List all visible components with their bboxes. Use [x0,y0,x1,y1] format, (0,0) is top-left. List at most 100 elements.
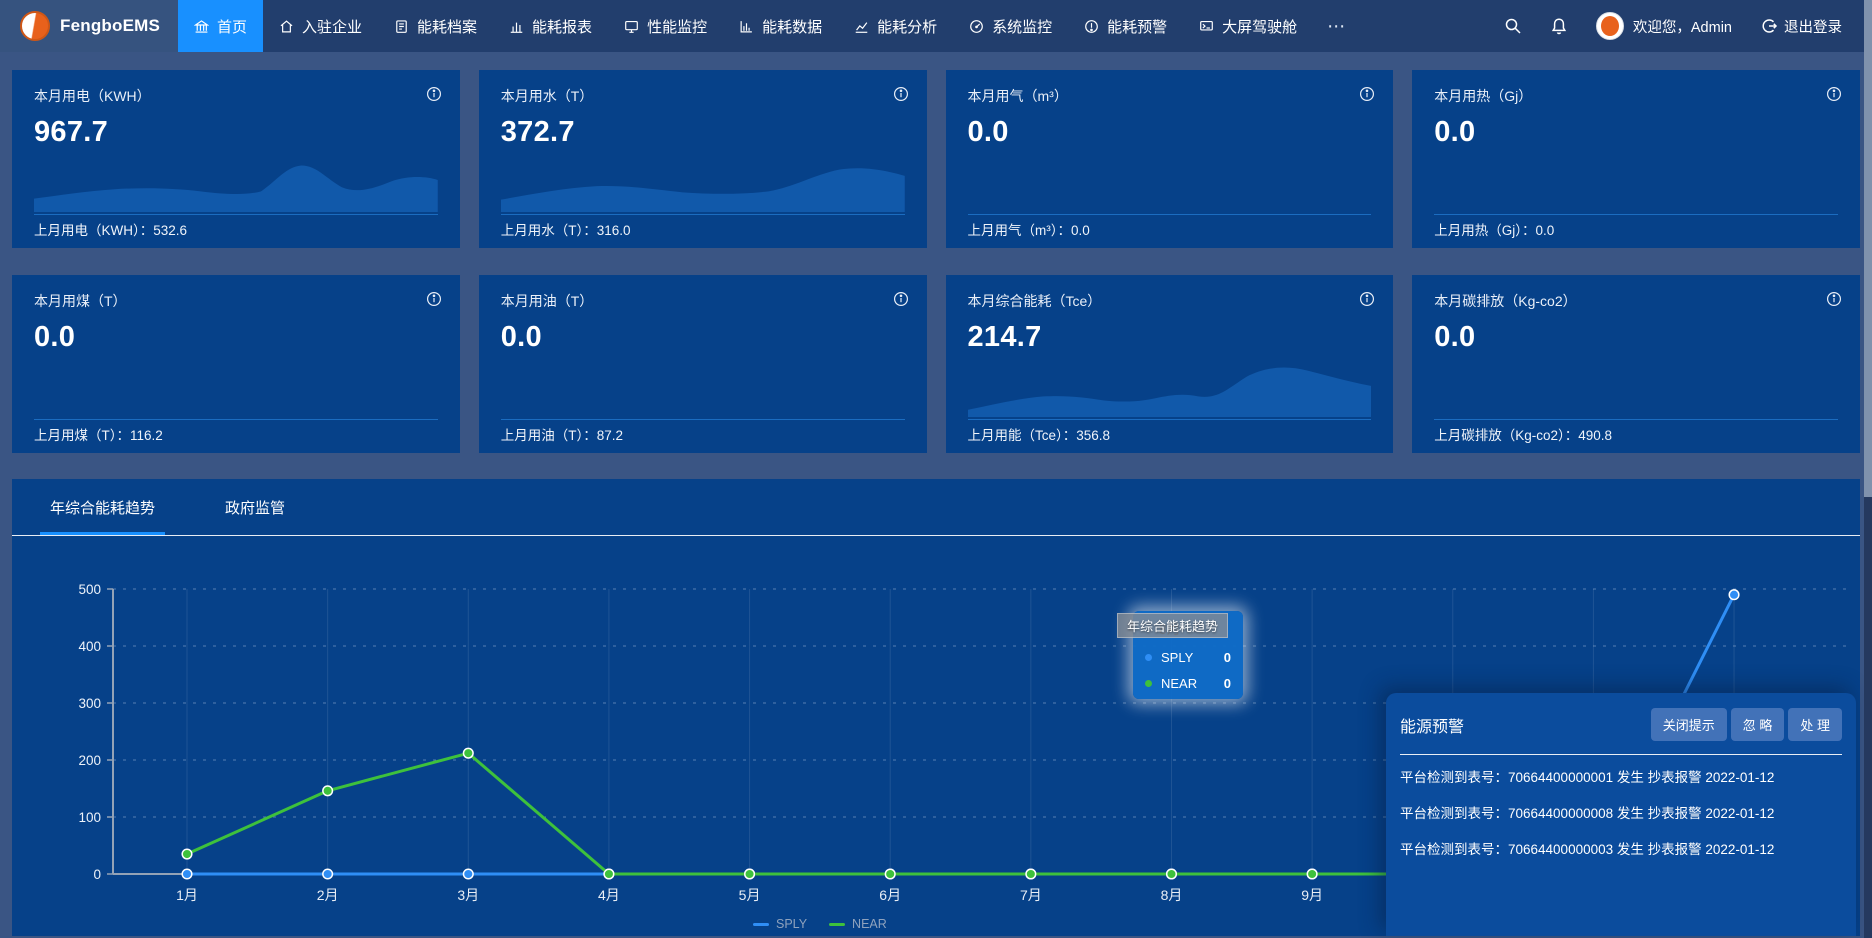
handle-button[interactable]: 处 理 [1788,708,1842,741]
tooltip-series-value: 0 [1224,676,1231,691]
nav-item-label: 首页 [217,16,247,37]
alert-message: 平台检测到表号：70664400000008 发生 抄表报警 2022-01-1… [1400,796,1842,832]
svg-text:6月: 6月 [879,887,901,903]
trend-panel: 年综合能耗趋势政府监管 01002003004005001月2月3月4月5月6月… [12,479,1860,936]
stat-card-title: 本月用热（Gj） [1434,86,1838,106]
main-content: 本月用电（KWH）967.7上月用电（KWH）：532.6本月用水（T）372.… [0,52,1872,936]
card-divider [501,419,905,420]
stat-card-title: 本月用电（KWH） [34,86,438,106]
home-icon [194,19,209,34]
nav-item-label: 能耗报表 [532,16,592,37]
stat-card-6: 本月用油（T） 0.0 上月用油（T）：87.2 [479,275,927,453]
stat-card-3: 本月用气（m³） 0.0 上月用气（m³）：0.0 [946,70,1394,248]
nav-item-label: 能耗分析 [877,16,937,37]
card-divider [34,214,438,215]
svg-text:3月: 3月 [457,887,479,903]
energy-alert-panel: 能源预警 关闭提示忽 略处 理 平台检测到表号：70664400000001 发… [1386,693,1856,936]
scrollbar-thumb[interactable] [1864,0,1872,497]
stat-card-title: 本月碳排放（Kg-co2） [1434,291,1838,311]
stat-card-value: 0.0 [968,116,1372,149]
info-icon[interactable] [1359,291,1375,307]
card-divider [1434,419,1838,420]
nav-item-energy-analysis[interactable]: 能耗分析 [838,0,953,52]
stat-card-prev-value: 上月用气（m³）：0.0 [968,219,1090,239]
tooltip-series-name: SPLY [1161,650,1193,665]
legend-item-near[interactable]: NEAR [829,917,887,931]
nav-item-label: 系统监控 [992,16,1052,37]
stat-card-prev-value: 上月用电（KWH）：532.6 [34,219,187,239]
stat-card-value: 0.0 [501,321,905,354]
stat-card-value: 0.0 [1434,116,1838,149]
stat-card-prev-value: 上月用热（Gj）：0.0 [1434,219,1554,239]
tab-gov-supervision[interactable]: 政府监管 [221,479,289,535]
tooltip-row: SPLY0 [1145,650,1231,665]
info-icon[interactable] [1826,86,1842,102]
stat-card-title: 本月用油（T） [501,291,905,311]
svg-text:4月: 4月 [598,887,620,903]
energy-data-icon [739,19,754,34]
legend-item-sply[interactable]: SPLY [753,917,807,931]
svg-text:1月: 1月 [176,887,198,903]
close-tip-button[interactable]: 关闭提示 [1651,708,1727,741]
info-icon[interactable] [893,86,909,102]
stat-card-prev-value: 上月碳排放（Kg-co2）：490.8 [1434,424,1612,444]
tab-year-trend[interactable]: 年综合能耗趋势 [46,479,159,535]
performance-monitor-icon [624,19,639,34]
nav-menu: 首页 入驻企业能耗档案 能耗报表性能监控能耗数据 能耗分析 系统监控 能耗预警 大屏驾驶舱 [178,0,1313,52]
nav-more-button[interactable]: ⋯ [1313,0,1361,52]
card-divider [34,419,438,420]
svg-text:2月: 2月 [317,887,339,903]
chart-title-hover-label: 年综合能耗趋势 [1117,613,1228,638]
stat-card-5: 本月用煤（T）0.0上月用煤（T）：116.2 [12,275,460,453]
info-icon[interactable] [426,86,442,102]
alert-list: 平台检测到表号：70664400000001 发生 抄表报警 2022-01-1… [1400,760,1842,868]
info-icon[interactable] [1359,86,1375,102]
info-icon[interactable] [426,291,442,307]
tooltip-row: NEAR0 [1145,676,1231,691]
legend-color-dash [753,923,769,926]
energy-alarm-icon [1084,19,1099,34]
stat-card-value: 372.7 [501,116,905,149]
nav-item-label: 入驻企业 [302,16,362,37]
stat-card-title: 本月用气（m³） [968,86,1372,106]
card-divider [968,419,1372,420]
avatar[interactable] [1596,12,1624,40]
alert-panel-header: 能源预警 关闭提示忽 略处 理 [1400,708,1842,741]
stat-card-prev-value: 上月用油（T）：87.2 [501,424,623,444]
legend-color-dash [829,923,845,926]
nav-item-energy-data[interactable]: 能耗数据 [723,0,838,52]
sparkline-chart [34,150,438,212]
svg-text:5月: 5月 [739,887,761,903]
nav-item-home[interactable]: 首页 [178,0,263,52]
svg-text:200: 200 [78,753,101,768]
nav-item-label: 能耗预警 [1107,16,1167,37]
ignore-button[interactable]: 忽 略 [1731,708,1785,741]
vertical-scrollbar[interactable] [1864,0,1872,938]
stat-card-title: 本月用煤（T） [34,291,438,311]
bell-icon[interactable] [1550,17,1568,35]
user-box: 欢迎您，Admin [1596,12,1732,40]
nav-item-label: 大屏驾驶舱 [1222,16,1297,37]
alert-divider [1400,754,1842,755]
nav-item-energy-report[interactable]: 能耗报表 [493,0,608,52]
info-icon[interactable] [893,291,909,307]
stat-card-8: 本月碳排放（Kg-co2）0.0上月碳排放（Kg-co2）：490.8 [1412,275,1860,453]
stat-card-1: 本月用电（KWH）967.7上月用电（KWH）：532.6 [12,70,460,248]
series-dot-icon [1145,654,1152,661]
nav-item-enterprises[interactable]: 入驻企业 [263,0,378,52]
stat-card-2: 本月用水（T）372.7上月用水（T）：316.0 [479,70,927,248]
nav-item-dashboard-screen[interactable]: 大屏驾驶舱 [1183,0,1313,52]
nav-item-system-monitor[interactable]: 系统监控 [953,0,1068,52]
logout-button[interactable]: 退出登录 [1760,16,1842,37]
search-icon[interactable] [1504,17,1522,35]
legend-label: NEAR [852,917,887,931]
info-icon[interactable] [1826,291,1842,307]
alert-message: 平台检测到表号：70664400000001 发生 抄表报警 2022-01-1… [1400,760,1842,796]
legend-label: SPLY [776,917,807,931]
sparkline-chart [968,355,1372,417]
svg-text:7月: 7月 [1020,887,1042,903]
svg-text:400: 400 [78,639,101,654]
nav-item-performance-monitor[interactable]: 性能监控 [608,0,723,52]
nav-item-energy-alarm[interactable]: 能耗预警 [1068,0,1183,52]
nav-item-energy-archive[interactable]: 能耗档案 [378,0,493,52]
